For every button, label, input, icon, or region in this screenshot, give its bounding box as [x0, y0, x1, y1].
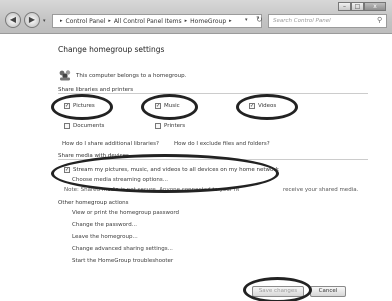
documents-checkbox-label: Documents	[73, 123, 105, 129]
forward-button[interactable]: ▶	[24, 12, 40, 28]
breadcrumb-control-panel[interactable]: Control Panel	[66, 18, 106, 25]
maximize-button[interactable]: □	[351, 2, 364, 11]
highlight-oval-stream	[51, 154, 279, 193]
breadcrumb-homegroup[interactable]: HomeGroup	[190, 18, 226, 25]
breadcrumb-sep-icon: ▸	[229, 18, 232, 24]
share-section-divider	[58, 93, 368, 94]
title-bar: – □ x ◀ ▶ ▾ ▸ Control Panel ▸ All Contro…	[0, 0, 392, 34]
search-icon[interactable]: ⚲	[377, 16, 382, 24]
address-dropdown-icon[interactable]: ▾	[245, 17, 248, 23]
back-arrow-icon: ◀	[9, 15, 17, 24]
search-input[interactable]: Search Control Panel	[268, 14, 387, 28]
back-button[interactable]: ◀	[5, 12, 21, 28]
media-security-note-end: receive your shared media.	[283, 187, 359, 193]
printers-checkbox-label: Printers	[164, 123, 186, 129]
leave-homegroup-link[interactable]: Leave the homegroup...	[72, 234, 138, 240]
cancel-button[interactable]: Cancel	[310, 286, 346, 297]
homegroup-icon	[59, 70, 71, 81]
view-password-link[interactable]: View or print the homegroup password	[72, 210, 179, 216]
highlight-oval-music	[141, 94, 198, 120]
share-libraries-help-link[interactable]: How do I share additional libraries?	[62, 141, 159, 147]
advanced-sharing-link[interactable]: Change advanced sharing settings...	[72, 246, 173, 252]
printers-checkbox-box[interactable]	[155, 123, 161, 129]
documents-checkbox-box[interactable]	[64, 123, 70, 129]
forward-arrow-icon: ▶	[28, 15, 36, 24]
refresh-icon[interactable]: ↻	[256, 15, 263, 24]
highlight-oval-videos	[236, 94, 298, 120]
breadcrumb-sep-icon: ▸	[108, 18, 111, 24]
highlight-oval-save	[243, 277, 312, 301]
main-content: Change homegroup settings This computer …	[0, 35, 392, 301]
printers-checkbox[interactable]: Printers	[155, 123, 185, 129]
other-actions-label: Other homegroup actions	[58, 200, 129, 206]
troubleshooter-link[interactable]: Start the HomeGroup troubleshooter	[72, 258, 173, 264]
homegroup-status-text: This computer belongs to a homegroup.	[76, 73, 187, 79]
window-controls: – □ x	[338, 2, 386, 11]
close-button[interactable]: x	[364, 2, 386, 11]
breadcrumb-all-items[interactable]: All Control Panel Items	[114, 18, 182, 25]
recent-pages-dropdown[interactable]: ▾	[43, 18, 46, 24]
exclude-files-help-link[interactable]: How do I exclude files and folders?	[174, 141, 270, 147]
documents-checkbox[interactable]: Documents	[64, 123, 104, 129]
breadcrumb-sep-icon: ▸	[184, 18, 188, 24]
change-password-link[interactable]: Change the password...	[72, 222, 137, 228]
breadcrumb-sep-icon: ▸	[60, 18, 63, 24]
highlight-oval-pictures	[51, 94, 113, 120]
minimize-button[interactable]: –	[338, 2, 351, 11]
page-title: Change homegroup settings	[58, 45, 165, 54]
address-bar[interactable]: ▸ Control Panel ▸ All Control Panel Item…	[52, 14, 262, 28]
